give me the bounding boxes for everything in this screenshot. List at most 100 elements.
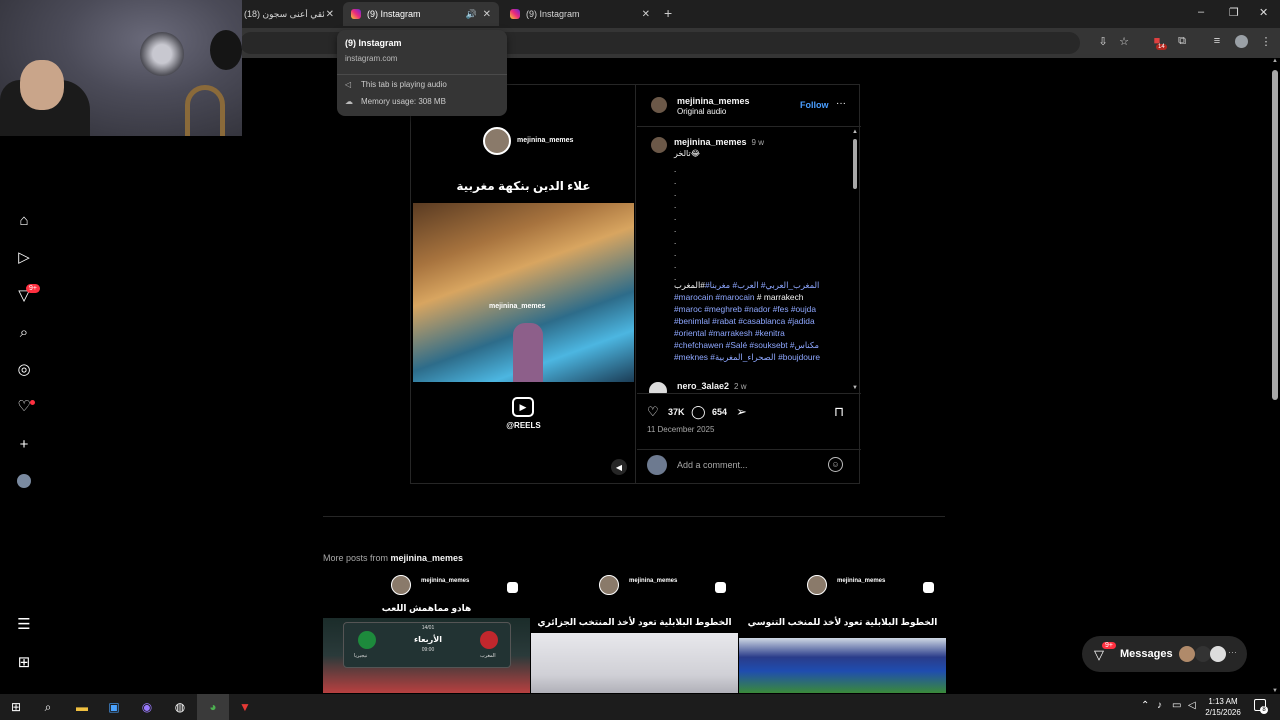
tab-close-icon[interactable]: ✕ (483, 9, 491, 20)
hashtag-links[interactable]: #benimlal #rabat #casablanca #jadida (674, 316, 815, 326)
threads-apps-icon[interactable]: ⊞ (14, 652, 34, 672)
hashtag-line[interactable]: #oriental #marrakesh #kenitra (674, 327, 844, 339)
more-options-button[interactable]: ··· (836, 98, 846, 109)
hashtag-line[interactable]: #maroc #meghreb #nador #fes #oujda (674, 303, 844, 315)
caption-dot: . (674, 177, 677, 186)
search-icon[interactable]: ⌕ (14, 322, 34, 342)
create-plus-icon[interactable]: + (14, 434, 34, 454)
close-window-button[interactable]: ✕ (1259, 6, 1268, 19)
obs-icon[interactable]: ◍ (172, 699, 188, 715)
profile-avatar[interactable] (14, 471, 34, 491)
heart-icon[interactable]: ♡ (14, 396, 34, 416)
more-post-3[interactable]: mejinina_memes الخطوط البلابلية تعود لأخ… (739, 575, 946, 693)
thumb-handle: mejinina_memes (421, 578, 470, 584)
scroll-up-icon[interactable]: ▲ (1272, 58, 1278, 64)
microphone-icon[interactable]: ♪ (1157, 700, 1162, 711)
tab-title: (9) Instagram (367, 9, 421, 19)
discord-icon[interactable]: ◉ (139, 699, 155, 715)
caption-dot: . (674, 189, 677, 198)
like-heart-icon[interactable]: ♡ (647, 404, 659, 420)
hashtag-links[interactable]: #marocain #marocain (674, 292, 755, 302)
more-post-2[interactable]: mejinina_memes الخطوط البلابلية تعود لأخ… (531, 575, 738, 693)
hashtag-links[interactable]: #meknes #الصحراء_المغربية #boujdoure (674, 352, 820, 362)
app-icon[interactable]: ▼ (237, 699, 253, 715)
messages-badge: 9+ (1102, 642, 1116, 649)
author-name[interactable]: mejinina_memes (677, 96, 750, 106)
volume-icon[interactable]: ◁ (1188, 700, 1196, 711)
emoji-icon[interactable]: ☺ (828, 457, 843, 472)
match-card: 14/01 الأربعاء 09:00 المغرب نيجيريا (343, 622, 511, 668)
tab-close-icon[interactable]: ✕ (642, 9, 650, 20)
tab-close-icon[interactable]: ✕ (326, 9, 334, 20)
hashtag-line[interactable]: #chefchawen #Salé #souksebt #مكناس (674, 339, 844, 351)
extensions-puzzle-icon[interactable]: ⧉ (1175, 34, 1189, 48)
reels-icon[interactable]: ▷ (14, 247, 34, 267)
author-avatar[interactable] (651, 97, 667, 113)
hashtag-line[interactable]: #marocain #marocain # marrakech (674, 291, 844, 303)
contact-avatar (1179, 646, 1195, 662)
post-media[interactable]: mejinina_memes علاء الدين بنكهة مغربية m… (411, 85, 636, 483)
media-control-icon[interactable]: ≡ (1210, 34, 1224, 48)
tab-instagram-active[interactable]: (9) Instagram 🔊 ✕ (343, 2, 499, 26)
dark-object (210, 30, 242, 70)
menu-kebab-icon[interactable]: ⋮ (1259, 34, 1273, 48)
like-count[interactable]: 37K (668, 407, 685, 417)
comment-avatar[interactable] (649, 382, 667, 393)
comments-scrollbar[interactable]: ▲ ▼ (852, 129, 858, 391)
network-icon[interactable]: ▭ (1172, 700, 1181, 711)
hashtag-line[interactable]: #meknes #الصحراء_المغربية #boujdoure (674, 351, 844, 363)
caption-author[interactable]: mejinina_memes (674, 137, 747, 147)
speaker-icon[interactable]: 🔊 (466, 9, 477, 20)
hashtag-links[interactable]: #oriental #marrakesh #kenitra (674, 328, 785, 338)
search-icon[interactable]: ⌕ (40, 699, 56, 715)
restore-button[interactable]: ❐ (1229, 6, 1239, 19)
audio-label[interactable]: Original audio (677, 107, 726, 116)
scroll-down-icon[interactable]: ▼ (852, 385, 858, 391)
instagram-icon (351, 9, 361, 19)
tab-youtube[interactable]: (18) وثائقي أعنى سجون ✕ (236, 2, 342, 26)
scroll-thumb[interactable] (853, 139, 857, 189)
file-explorer-icon[interactable]: ▬ (74, 699, 90, 715)
follow-button[interactable]: Follow (800, 100, 829, 110)
store-icon[interactable]: ▣ (106, 699, 122, 715)
comment-author[interactable]: nero_3alae2 (677, 381, 729, 391)
caption-dot: . (674, 213, 677, 222)
install-app-icon[interactable]: ⇩ (1096, 34, 1110, 48)
hashtag-line[interactable]: #benimlal #rabat #casablanca #jadida (674, 315, 844, 327)
hashtag-links[interactable]: المغرب_العربي# العرب# مغربنا# (705, 280, 819, 290)
taskbar-clock[interactable]: 1:13 AM 2/15/2026 (1200, 696, 1246, 718)
hashtag-links[interactable]: #chefchawen #Salé #souksebt #مكناس (674, 340, 819, 350)
windows-start-icon[interactable]: ⊞ (8, 699, 24, 715)
scroll-up-icon[interactable]: ▲ (852, 129, 858, 135)
caption-author-row: mejinina_memes 9 w (674, 137, 764, 147)
speaker-icon: ◁ (345, 80, 352, 89)
reel-icon (715, 582, 726, 593)
audio-toggle-icon[interactable]: ◀ (611, 459, 627, 475)
messages-button[interactable]: ▽ 9+ Messages ··· (1082, 636, 1247, 672)
comment-author-row: nero_3alae2 2 w (677, 381, 747, 391)
save-bookmark-icon[interactable]: ⊓ (834, 404, 844, 420)
hashtag-line[interactable]: المغرب_العربي# العرب# مغربنا##المغرب (674, 279, 844, 291)
tray-chevron-icon[interactable]: ⌃ (1141, 700, 1149, 711)
instagram-icon (510, 9, 520, 19)
more-menu-icon[interactable]: ☰ (14, 614, 34, 634)
share-icon[interactable]: ➢ (736, 404, 747, 420)
new-tab-button[interactable]: + (664, 5, 672, 21)
minimize-button[interactable]: – (1198, 6, 1204, 18)
hashtag-links[interactable]: #maroc #meghreb #nador #fes #oujda (674, 304, 816, 314)
home-icon[interactable]: ⌂ (14, 210, 34, 230)
add-comment-bar: Add a comment... ☺ (637, 449, 861, 483)
page-scroll-thumb[interactable] (1272, 70, 1278, 400)
comment-icon[interactable]: ◯ (691, 404, 706, 420)
chrome-icon[interactable]: ◕ (205, 699, 221, 715)
profile-avatar[interactable] (1235, 35, 1248, 48)
more-posts-prefix: More posts from (323, 553, 391, 563)
add-comment-input[interactable]: Add a comment... (677, 460, 748, 470)
bookmark-star-icon[interactable]: ☆ (1117, 34, 1131, 48)
more-post-1[interactable]: mejinina_memes هادو مماهمش اللعب 14/01 ا… (323, 575, 530, 693)
page-scrollbar[interactable]: ▲ ▼ (1270, 58, 1280, 694)
more-posts-author[interactable]: mejinina_memes (391, 553, 464, 563)
caption-avatar[interactable] (651, 137, 667, 153)
explore-compass-icon[interactable]: ◎ (14, 359, 34, 379)
tab-instagram[interactable]: (9) Instagram ✕ (502, 2, 658, 26)
